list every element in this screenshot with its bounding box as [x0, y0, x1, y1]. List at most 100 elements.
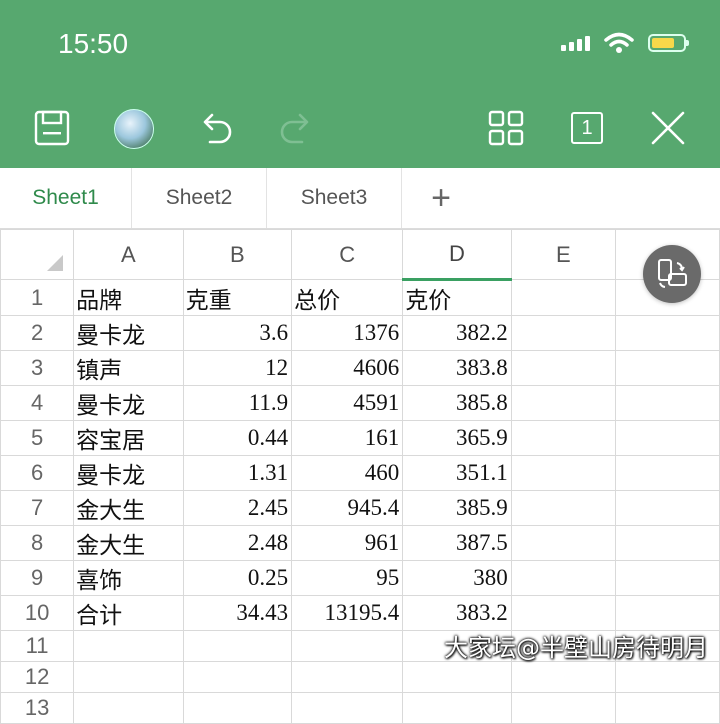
table-cell[interactable]: 385.8	[402, 385, 512, 421]
table-cell[interactable]	[614, 315, 720, 351]
table-cell[interactable]	[182, 692, 293, 724]
table-cell[interactable]	[614, 350, 720, 386]
table-cell[interactable]	[614, 455, 720, 491]
table-cell[interactable]	[510, 661, 616, 693]
table-cell[interactable]: 总价	[291, 279, 404, 316]
table-cell[interactable]	[614, 661, 720, 693]
table-cell[interactable]: 11.9	[182, 385, 293, 421]
row-header[interactable]: 12	[0, 661, 75, 693]
row-header[interactable]: 8	[0, 525, 75, 561]
table-cell[interactable]: 金大生	[73, 490, 184, 526]
row-header[interactable]: 6	[0, 455, 75, 491]
row-header[interactable]: 10	[0, 595, 75, 631]
add-sheet-button[interactable]: +	[402, 168, 480, 228]
row-header[interactable]: 11	[0, 630, 75, 662]
row-header[interactable]: 7	[0, 490, 75, 526]
table-cell[interactable]	[291, 630, 404, 662]
table-cell[interactable]	[510, 490, 616, 526]
table-cell[interactable]: 385.9	[402, 490, 512, 526]
table-cell[interactable]: 0.44	[182, 420, 293, 456]
table-cell[interactable]	[402, 692, 512, 724]
table-cell[interactable]: 945.4	[291, 490, 404, 526]
undo-button[interactable]	[194, 108, 238, 148]
table-cell[interactable]	[510, 315, 616, 351]
table-cell[interactable]: 380	[402, 560, 512, 596]
table-cell[interactable]	[182, 661, 293, 693]
table-cell[interactable]: 12	[182, 350, 293, 386]
table-cell[interactable]: 4591	[291, 385, 404, 421]
column-header-a[interactable]: A	[73, 229, 184, 280]
table-cell[interactable]: 961	[291, 525, 404, 561]
column-header-e[interactable]: E	[510, 229, 616, 280]
table-cell[interactable]	[510, 420, 616, 456]
table-cell[interactable]	[291, 692, 404, 724]
row-header[interactable]: 1	[0, 279, 75, 316]
table-cell[interactable]	[510, 279, 616, 316]
page-count-button[interactable]: 1	[567, 108, 607, 148]
table-cell[interactable]	[510, 455, 616, 491]
table-cell[interactable]: 曼卡龙	[73, 385, 184, 421]
table-cell[interactable]	[614, 490, 720, 526]
tab-sheet3[interactable]: Sheet3	[267, 168, 402, 228]
table-cell[interactable]: 镇声	[73, 350, 184, 386]
table-cell[interactable]: 387.5	[402, 525, 512, 561]
close-button[interactable]	[648, 108, 688, 148]
table-cell[interactable]: 曼卡龙	[73, 315, 184, 351]
user-avatar[interactable]	[114, 109, 154, 149]
table-cell[interactable]	[510, 692, 616, 724]
table-cell[interactable]	[182, 630, 293, 662]
table-cell[interactable]: 13195.4	[291, 595, 404, 631]
table-cell[interactable]: 3.6	[182, 315, 293, 351]
table-cell[interactable]	[73, 661, 184, 693]
table-cell[interactable]	[73, 692, 184, 724]
table-cell[interactable]	[614, 692, 720, 724]
table-cell[interactable]	[291, 661, 404, 693]
table-cell[interactable]: 金大生	[73, 525, 184, 561]
table-cell[interactable]: 382.2	[402, 315, 512, 351]
row-header[interactable]: 5	[0, 420, 75, 456]
table-cell[interactable]	[614, 385, 720, 421]
table-cell[interactable]	[614, 420, 720, 456]
table-cell[interactable]: 34.43	[182, 595, 293, 631]
table-cell[interactable]: 1376	[291, 315, 404, 351]
row-header[interactable]: 9	[0, 560, 75, 596]
table-cell[interactable]	[510, 560, 616, 596]
row-header[interactable]: 4	[0, 385, 75, 421]
table-cell[interactable]: 2.45	[182, 490, 293, 526]
row-header[interactable]: 13	[0, 692, 75, 724]
table-cell[interactable]	[73, 630, 184, 662]
table-cell[interactable]: 克重	[182, 279, 293, 316]
table-cell[interactable]: 351.1	[402, 455, 512, 491]
table-cell[interactable]: 383.2	[402, 595, 512, 631]
row-header[interactable]: 2	[0, 315, 75, 351]
table-cell[interactable]	[510, 350, 616, 386]
table-cell[interactable]: 365.9	[402, 420, 512, 456]
table-cell[interactable]: 383.8	[402, 350, 512, 386]
table-cell[interactable]: 460	[291, 455, 404, 491]
grid-view-button[interactable]	[484, 108, 528, 148]
table-cell[interactable]	[510, 525, 616, 561]
table-cell[interactable]: 曼卡龙	[73, 455, 184, 491]
table-cell[interactable]: 1.31	[182, 455, 293, 491]
table-cell[interactable]: 品牌	[73, 279, 184, 316]
tab-sheet2[interactable]: Sheet2	[132, 168, 267, 228]
table-cell[interactable]: 95	[291, 560, 404, 596]
table-cell[interactable]: 161	[291, 420, 404, 456]
select-all-corner[interactable]	[0, 229, 75, 280]
column-header-d[interactable]: D	[402, 229, 512, 281]
table-cell[interactable]: 2.48	[182, 525, 293, 561]
column-header-b[interactable]: B	[182, 229, 293, 280]
screen-rotate-button[interactable]	[643, 245, 701, 303]
table-cell[interactable]	[614, 595, 720, 631]
table-cell[interactable]: 容宝居	[73, 420, 184, 456]
table-cell[interactable]	[614, 525, 720, 561]
table-cell[interactable]: 0.25	[182, 560, 293, 596]
table-cell[interactable]	[510, 595, 616, 631]
row-header[interactable]: 3	[0, 350, 75, 386]
table-cell[interactable]: 喜饰	[73, 560, 184, 596]
table-cell[interactable]	[614, 560, 720, 596]
column-header-c[interactable]: C	[291, 229, 404, 280]
tab-sheet1[interactable]: Sheet1	[0, 168, 132, 228]
save-button[interactable]	[30, 108, 74, 148]
redo-button[interactable]	[274, 108, 318, 148]
